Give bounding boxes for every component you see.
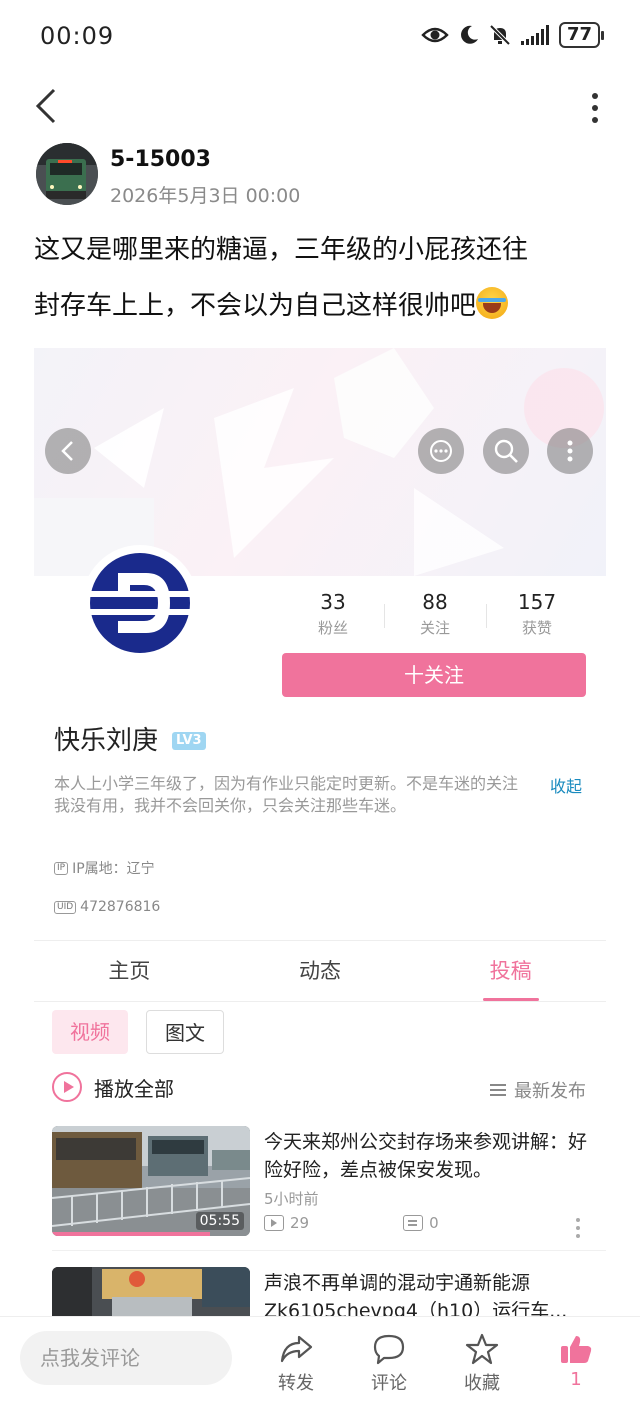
post-text-line-2-text: 封存车上上，不会以为自己这样很帅吧 xyxy=(34,291,477,321)
author-avatar[interactable] xyxy=(36,143,98,205)
collapse-bio-link[interactable]: 收起 xyxy=(550,773,582,797)
profile-avatar-logo xyxy=(82,545,198,661)
profile-tabs: 主页 动态 投稿 xyxy=(34,940,606,1002)
subtab-image-text[interactable]: 图文 xyxy=(146,1010,224,1054)
sort-label: 最新发布 xyxy=(514,1081,586,1102)
post-text: 这又是哪里来的糖逼，三年级的小屁孩还往 封存车上上，不会以为自己这样很帅吧 xyxy=(34,222,606,334)
back-icon[interactable] xyxy=(30,86,64,126)
share-icon xyxy=(280,1335,313,1363)
comment-icon xyxy=(373,1334,405,1365)
video-item[interactable]: 声浪不再单调的混动宇通新能源Zk6105chevpg4（h10）运行车... xyxy=(52,1267,588,1316)
video-title[interactable]: 今天来郑州公交封存场来参观讲解：好险好险，差点被保安发现。 xyxy=(264,1128,588,1184)
bottom-action-bar: 点我发评论 转发 评论 收藏 1 xyxy=(0,1316,640,1406)
submission-subtabs: 视频 图文 xyxy=(52,1010,224,1054)
video-duration: 05:55 xyxy=(195,1212,244,1230)
chevron-left-icon xyxy=(61,441,73,461)
transit-logo-icon xyxy=(90,553,190,653)
eye-icon xyxy=(421,27,449,43)
laughing-emoji-icon xyxy=(476,287,509,319)
play-count-icon xyxy=(264,1215,284,1231)
play-circle-icon xyxy=(52,1072,82,1102)
share-button[interactable]: 转发 xyxy=(266,1333,326,1395)
status-time: 00:09 xyxy=(40,22,115,50)
banner-more-button[interactable] xyxy=(547,428,593,474)
play-count: 29 xyxy=(290,1214,310,1232)
video-more-icon[interactable] xyxy=(576,1218,580,1238)
banner-back-button[interactable] xyxy=(45,428,91,474)
like-button[interactable]: 1 xyxy=(546,1333,606,1390)
star-icon xyxy=(465,1333,499,1365)
level-badge: LV3 xyxy=(172,732,206,750)
video-stats: 29 0 xyxy=(264,1214,439,1232)
post-text-line-2: 封存车上上，不会以为自己这样很帅吧 xyxy=(34,278,606,334)
stat-label: 粉丝 xyxy=(317,619,348,637)
video-thumbnail[interactable]: 05:55 xyxy=(52,1126,250,1236)
search-icon xyxy=(494,439,518,463)
video-title[interactable]: 声浪不再单调的混动宇通新能源Zk6105chevpg4（h10）运行车... xyxy=(264,1269,588,1316)
post-date: 2026年5月3日 00:00 xyxy=(110,185,301,207)
banner-message-button[interactable] xyxy=(418,428,464,474)
stat-label: 获赞 xyxy=(521,619,552,637)
post-text-line-1: 这又是哪里来的糖逼，三年级的小屁孩还往 xyxy=(34,235,529,265)
profile-bio: 本人上小学三年级了，因为有作业只能定时更新。不是车迷的关注我没有用，我并不会回关… xyxy=(54,774,519,815)
ip-location: IP属地：辽宁 xyxy=(72,861,155,877)
stat-label: 关注 xyxy=(419,619,450,637)
more-vertical-icon xyxy=(567,440,573,462)
signal-icon xyxy=(520,25,549,45)
play-all-button[interactable]: 播放全部 xyxy=(52,1072,174,1102)
comment-input[interactable]: 点我发评论 xyxy=(20,1331,232,1385)
comment-button[interactable]: 评论 xyxy=(359,1333,419,1395)
video-time: 5小时前 xyxy=(264,1190,319,1208)
comment-label: 评论 xyxy=(371,1373,407,1394)
status-bar: 00:09 77 xyxy=(0,0,640,74)
play-all-label: 播放全部 xyxy=(94,1076,174,1101)
profile-stats: 33 粉丝 88 关注 157 获赞 xyxy=(282,588,588,644)
stat-likes[interactable]: 157 获赞 xyxy=(486,588,588,644)
divider xyxy=(52,1250,606,1251)
uid-value: 472876816 xyxy=(80,899,161,915)
favorite-label: 收藏 xyxy=(464,1373,500,1394)
ip-location-row: IP IP属地：辽宁 xyxy=(54,858,155,878)
uid-row: UID 472876816 xyxy=(54,899,160,915)
subtab-video[interactable]: 视频 xyxy=(52,1010,128,1054)
profile-banner xyxy=(34,348,606,576)
stat-value: 157 xyxy=(517,590,557,614)
post-author: 5-15003 2026年5月3日 00:00 xyxy=(36,143,606,209)
banner-search-button[interactable] xyxy=(483,428,529,474)
tab-home[interactable]: 主页 xyxy=(34,941,225,1001)
top-bar xyxy=(0,78,640,138)
watch-progress-bar xyxy=(52,1232,211,1236)
moon-icon xyxy=(460,25,478,44)
comment-count-icon xyxy=(403,1215,424,1231)
video-thumbnail-image xyxy=(52,1267,250,1316)
battery-icon: 77 xyxy=(558,22,605,48)
stat-followers[interactable]: 33 粉丝 xyxy=(282,588,384,644)
video-thumbnail[interactable] xyxy=(52,1267,250,1316)
ip-icon: IP xyxy=(54,861,69,875)
embedded-profile-image[interactable]: 33 粉丝 88 关注 157 获赞 十关注 快乐刘庚 LV3 本人上小学三年级… xyxy=(34,348,606,938)
more-icon[interactable] xyxy=(590,90,600,126)
mute-bell-icon xyxy=(489,24,511,46)
chat-icon xyxy=(430,440,452,462)
author-name[interactable]: 5-15003 xyxy=(110,147,211,172)
profile-nickname: 快乐刘庚 xyxy=(54,726,159,756)
thumbs-up-icon xyxy=(561,1336,592,1363)
stat-value: 33 xyxy=(320,590,346,614)
like-count: 1 xyxy=(570,1369,582,1390)
follow-button[interactable]: 十关注 xyxy=(282,653,586,697)
tab-dynamics[interactable]: 动态 xyxy=(225,941,416,1001)
status-icons: 77 xyxy=(421,22,605,48)
stat-following[interactable]: 88 关注 xyxy=(384,588,486,644)
sort-button[interactable]: 最新发布 xyxy=(490,1077,586,1103)
share-label: 转发 xyxy=(278,1373,314,1394)
sort-icon xyxy=(490,1084,506,1096)
tab-submissions[interactable]: 投稿 xyxy=(415,941,606,1001)
video-item[interactable]: 05:55 今天来郑州公交封存场来参观讲解：好险好险，差点被保安发现。 5小时前… xyxy=(52,1126,588,1238)
comment-count: 0 xyxy=(429,1214,439,1232)
stat-value: 88 xyxy=(422,590,448,614)
favorite-button[interactable]: 收藏 xyxy=(452,1333,512,1395)
uid-icon: UID xyxy=(54,900,77,914)
